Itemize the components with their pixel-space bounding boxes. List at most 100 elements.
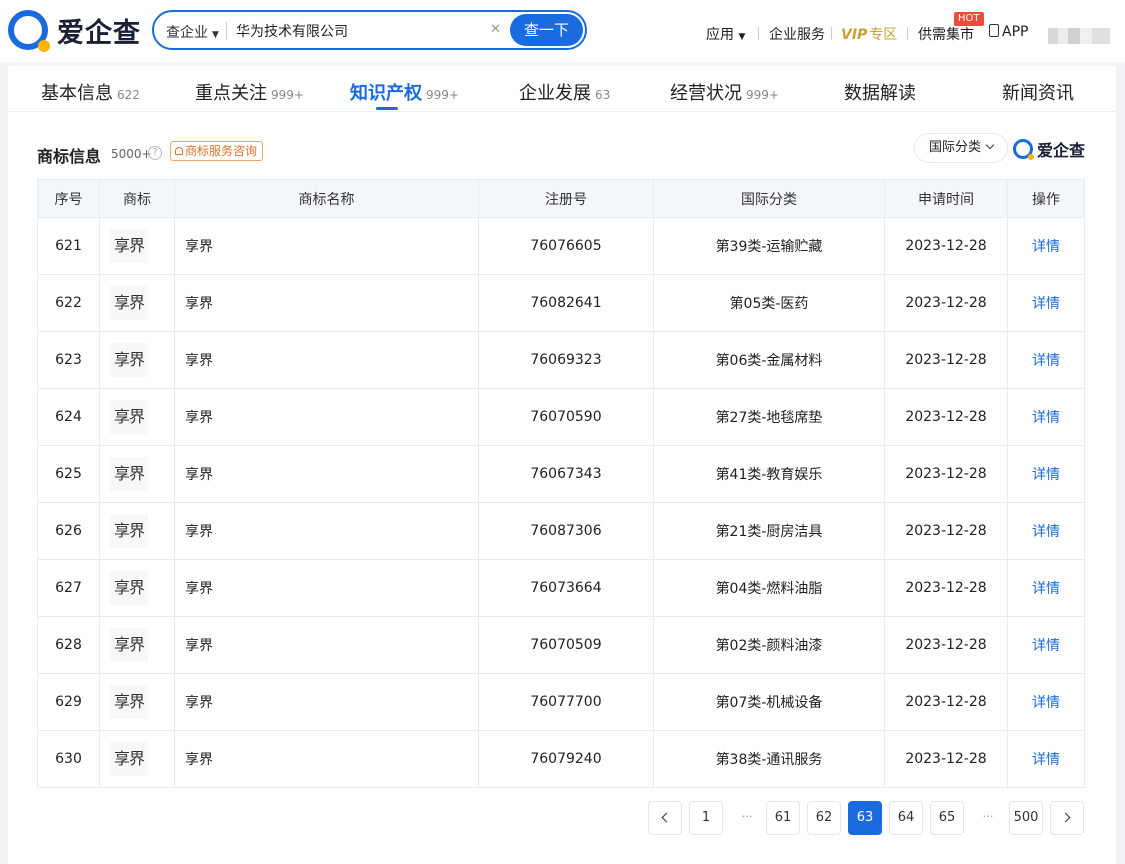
column-header: 商标 — [99, 179, 175, 218]
table-row: 621 享界 享界 76076605 第39类-运输贮藏 2023-12-28 详情 — [37, 217, 1085, 275]
phone-icon — [989, 24, 999, 37]
row-number: 621 — [37, 217, 100, 275]
tab-bar: 基本信息 622 重点关注 999+ 知识产权 999+ 企业发展 63 经营状况 999… — [8, 66, 1116, 112]
page-button[interactable]: 61 — [766, 801, 800, 835]
nav-app-menu[interactable]: 应用 ▼ — [706, 24, 745, 44]
search-scope-select[interactable]: 查企业 ▼ — [166, 22, 219, 42]
trademark-image[interactable]: 享界 — [110, 685, 148, 719]
intl-class: 第07类-机械设备 — [653, 673, 885, 731]
trademark-cell: 享界 — [99, 616, 175, 674]
column-header: 国际分类 — [653, 179, 885, 218]
prev-page-button[interactable] — [648, 801, 682, 835]
tab-count: 999+ — [426, 88, 459, 102]
trademark-image[interactable]: 享界 — [110, 343, 148, 377]
page-ellipsis: … — [971, 801, 1005, 835]
nav-app-download[interactable]: APP — [989, 24, 1028, 40]
search-scope-label: 查企业 — [166, 25, 208, 41]
trademark-cell: 享界 — [99, 445, 175, 503]
table-row: 622 享界 享界 76082641 第05类-医药 2023-12-28 详情 — [37, 274, 1085, 332]
caret-down-icon: ▼ — [738, 32, 746, 42]
trademark-name: 享界 — [174, 331, 479, 389]
intl-class-filter[interactable]: 国际分类 — [914, 133, 1008, 163]
detail-link[interactable]: 详情 — [1032, 695, 1060, 711]
row-number: 626 — [37, 502, 100, 560]
next-page-button[interactable] — [1050, 801, 1084, 835]
apply-date: 2023-12-28 — [884, 274, 1008, 332]
trademark-image[interactable]: 享界 — [110, 400, 148, 434]
trademark-consult-button[interactable]: 商标服务咨询 — [170, 141, 264, 161]
page-button[interactable]: 1 — [689, 801, 723, 835]
section-title: 商标信息 — [37, 147, 102, 166]
registration-number: 76076605 — [478, 217, 654, 275]
trademark-image[interactable]: 享界 — [110, 628, 148, 662]
detail-link[interactable]: 详情 — [1032, 524, 1060, 540]
trademark-image[interactable]: 享界 — [110, 286, 148, 320]
user-avatar[interactable] — [1048, 28, 1110, 44]
help-icon[interactable]: ? — [148, 146, 162, 160]
nav-enterprise-service[interactable]: 企业服务 — [769, 24, 825, 44]
apply-date: 2023-12-28 — [884, 616, 1008, 674]
tab-news[interactable]: 新闻资讯 — [1002, 79, 1074, 105]
action-cell: 详情 — [1007, 274, 1085, 332]
tab-data-insight[interactable]: 数据解读 — [844, 79, 916, 105]
action-cell: 详情 — [1007, 388, 1085, 446]
registration-number: 76077700 — [478, 673, 654, 731]
section-count: 5000+ — [111, 147, 152, 161]
page-button[interactable]: 65 — [930, 801, 964, 835]
clear-icon[interactable]: ✕ — [490, 22, 501, 37]
active-tab-indicator — [376, 107, 398, 110]
trademark-name: 享界 — [174, 559, 479, 617]
nav-divider — [831, 27, 832, 40]
page-button[interactable]: 63 — [848, 801, 882, 835]
detail-link[interactable]: 详情 — [1032, 638, 1060, 654]
trademark-image[interactable]: 享界 — [110, 742, 148, 776]
trademark-name: 享界 — [174, 274, 479, 332]
detail-link[interactable]: 详情 — [1032, 296, 1060, 312]
detail-link[interactable]: 详情 — [1032, 410, 1060, 426]
tab-count: 999+ — [271, 88, 304, 102]
nav-app-menu-label: 应用 — [706, 27, 734, 43]
tab-count: 63 — [595, 88, 611, 102]
nav-vip-zone[interactable]: VIP 专区 — [841, 24, 897, 44]
action-cell: 详情 — [1007, 331, 1085, 389]
trademark-image[interactable]: 享界 — [110, 457, 148, 491]
tab-key-focus[interactable]: 重点关注 999+ — [195, 79, 304, 105]
apply-date: 2023-12-28 — [884, 217, 1008, 275]
registration-number: 76073664 — [478, 559, 654, 617]
detail-link[interactable]: 详情 — [1032, 239, 1060, 255]
trademark-table: 序号 商标 商标名称 注册号 国际分类 申请时间 操作 621 享界 享界 76076… — [37, 179, 1085, 788]
nav-supply-demand[interactable]: 供需集市 — [918, 24, 974, 44]
intl-class: 第38类-通讯服务 — [653, 730, 885, 788]
search-input[interactable] — [236, 19, 486, 43]
tab-label: 经营状况 — [670, 83, 742, 104]
main-card: 基本信息 622 重点关注 999+ 知识产权 999+ 企业发展 63 经营状况 999… — [8, 66, 1116, 864]
column-header: 序号 — [37, 179, 100, 218]
logo-icon — [1013, 139, 1034, 160]
detail-link[interactable]: 详情 — [1032, 467, 1060, 483]
row-number: 627 — [37, 559, 100, 617]
trademark-image[interactable]: 享界 — [110, 571, 148, 605]
detail-link[interactable]: 详情 — [1032, 752, 1060, 768]
table-row: 627 享界 享界 76073664 第04类-燃料油脂 2023-12-28 详情 — [37, 559, 1085, 617]
apply-date: 2023-12-28 — [884, 445, 1008, 503]
search-button[interactable]: 查一下 — [510, 14, 583, 46]
page-button[interactable]: 64 — [889, 801, 923, 835]
registration-number: 76079240 — [478, 730, 654, 788]
apply-date: 2023-12-28 — [884, 331, 1008, 389]
trademark-image[interactable]: 享界 — [110, 514, 148, 548]
action-cell: 详情 — [1007, 502, 1085, 560]
tab-development[interactable]: 企业发展 63 — [519, 79, 610, 105]
column-header: 申请时间 — [884, 179, 1008, 218]
tab-label: 企业发展 — [519, 83, 591, 104]
detail-link[interactable]: 详情 — [1032, 581, 1060, 597]
table-row: 629 享界 享界 76077700 第07类-机械设备 2023-12-28 详情 — [37, 673, 1085, 731]
trademark-image[interactable]: 享界 — [110, 229, 148, 263]
detail-link[interactable]: 详情 — [1032, 353, 1060, 369]
tab-basic-info[interactable]: 基本信息 622 — [41, 79, 140, 105]
page-button[interactable]: 62 — [807, 801, 841, 835]
brand-logo[interactable]: 爱企查 — [8, 10, 141, 52]
row-number: 630 — [37, 730, 100, 788]
tab-intellectual-property[interactable]: 知识产权 999+ — [350, 79, 459, 105]
tab-operations[interactable]: 经营状况 999+ — [670, 79, 779, 105]
page-button[interactable]: 500 — [1009, 801, 1043, 835]
